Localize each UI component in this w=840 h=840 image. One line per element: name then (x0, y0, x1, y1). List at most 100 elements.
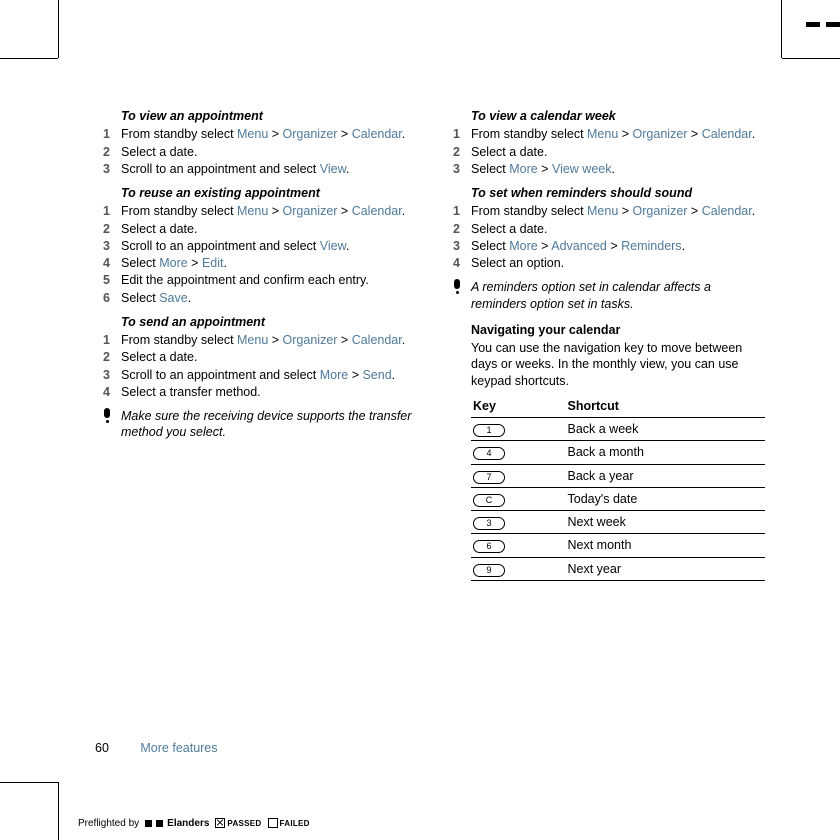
menu-link: Menu (587, 127, 618, 141)
menu-link: More (509, 162, 537, 176)
left-column: To view an appointment From standby sele… (95, 100, 415, 581)
cell-shortcut: Today's date (566, 487, 766, 510)
menu-link: Calendar (352, 333, 402, 347)
note-transfer: Make sure the receiving device supports … (101, 408, 415, 441)
menu-link: Menu (237, 127, 268, 141)
note-icon (101, 408, 113, 441)
elanders-logo: Elanders (145, 817, 209, 830)
steps-reminders: From standby select Menu > Organizer > C… (445, 203, 765, 271)
steps-send-appt: From standby select Menu > Organizer > C… (95, 332, 415, 400)
cell-key: 1 (471, 418, 566, 441)
menu-link: Reminders (621, 239, 681, 253)
nav-body: You can use the navigation key to move b… (471, 340, 765, 389)
step-item: From standby select Menu > Organizer > C… (95, 126, 415, 142)
keycap-icon: 9 (473, 564, 505, 577)
table-row: 1 Back a week (471, 418, 765, 441)
step-item: From standby select Menu > Organizer > C… (445, 203, 765, 219)
table-row: 4Back a month (471, 441, 765, 464)
steps-view-week: From standby select Menu > Organizer > C… (445, 126, 765, 177)
note-text: Make sure the receiving device supports … (121, 408, 415, 441)
step-item: From standby select Menu > Organizer > C… (445, 126, 765, 142)
menu-link: Organizer (633, 127, 688, 141)
menu-link: More (320, 368, 348, 382)
nav-title: Navigating your calendar (471, 322, 765, 338)
keycap-icon: 7 (473, 471, 505, 484)
menu-link: View (320, 162, 346, 176)
menu-link: Organizer (633, 204, 688, 218)
cell-shortcut: Next week (566, 511, 766, 534)
menu-link: Menu (237, 204, 268, 218)
page-footer: 60 More features (95, 740, 218, 756)
menu-link: Organizer (283, 204, 338, 218)
menu-link: Organizer (283, 127, 338, 141)
step-item: Select a date. (95, 349, 415, 365)
keycap-icon: C (473, 494, 505, 507)
steps-view-appt: From standby select Menu > Organizer > C… (95, 126, 415, 177)
note-text: A reminders option set in calendar affec… (471, 279, 765, 312)
menu-link: Calendar (352, 127, 402, 141)
step-item: Edit the appointment and confirm each en… (95, 272, 415, 288)
step-item: Select More > View week. (445, 161, 765, 177)
menu-link: More (159, 256, 187, 270)
step-item: From standby select Menu > Organizer > C… (95, 203, 415, 219)
cell-key: 3 (471, 511, 566, 534)
th-key: Key (471, 395, 566, 418)
menu-link: Advanced (551, 239, 607, 253)
page-number: 60 (95, 741, 109, 755)
heading-reminders: To set when reminders should sound (471, 185, 765, 201)
heading-send-appt: To send an appointment (121, 314, 415, 330)
passed-badge: PASSED (215, 817, 261, 830)
step-item: From standby select Menu > Organizer > C… (95, 332, 415, 348)
step-item: Select a date. (445, 221, 765, 237)
cell-key: 9 (471, 557, 566, 580)
cell-key: 6 (471, 534, 566, 557)
heading-view-appt: To view an appointment (121, 108, 415, 124)
cell-shortcut: Back a year (566, 464, 766, 487)
heading-reuse-appt: To reuse an existing appointment (121, 185, 415, 201)
step-item: Select an option. (445, 255, 765, 271)
menu-link: Send (362, 368, 391, 382)
menu-link: Menu (237, 333, 268, 347)
table-row: 9 Next year (471, 557, 765, 580)
step-item: Select More > Edit. (95, 255, 415, 271)
step-item: Select a date. (445, 144, 765, 160)
right-column: To view a calendar week From standby sel… (445, 100, 765, 581)
step-item: Select a date. (95, 144, 415, 160)
cell-key: 4 (471, 441, 566, 464)
menu-link: Calendar (702, 127, 752, 141)
table-row: 7 Back a year (471, 464, 765, 487)
failed-badge: FAILED (268, 817, 310, 830)
step-item: Select a transfer method. (95, 384, 415, 400)
menu-link: View (320, 239, 346, 253)
heading-view-week: To view a calendar week (471, 108, 765, 124)
cell-key: C (471, 487, 566, 510)
menu-link: Calendar (352, 204, 402, 218)
note-icon (451, 279, 463, 312)
steps-reuse-appt: From standby select Menu > Organizer > C… (95, 203, 415, 306)
cell-key: 7 (471, 464, 566, 487)
menu-link: Menu (587, 204, 618, 218)
preflight-label: Preflighted by (78, 817, 139, 830)
note-reminders: A reminders option set in calendar affec… (451, 279, 765, 312)
menu-link: Save (159, 291, 188, 305)
cell-shortcut: Next month (566, 534, 766, 557)
step-item: Select a date. (95, 221, 415, 237)
section-name: More features (140, 741, 217, 755)
step-item: Select More > Advanced > Reminders. (445, 238, 765, 254)
keycap-icon: 6 (473, 540, 505, 553)
cell-shortcut: Next year (566, 557, 766, 580)
step-item: Scroll to an appointment and select More… (95, 367, 415, 383)
table-row: 3 Next week (471, 511, 765, 534)
keycap-icon: 1 (473, 424, 505, 437)
shortcuts-table: KeyShortcut 1Back a week4Back a month7Ba… (471, 395, 765, 581)
keycap-icon: 4 (473, 447, 505, 460)
cell-shortcut: Back a week (566, 418, 766, 441)
table-row: 6 Next month (471, 534, 765, 557)
menu-link: View week (552, 162, 612, 176)
step-item: Scroll to an appointment and select View… (95, 238, 415, 254)
table-row: C Today's date (471, 487, 765, 510)
menu-link: Calendar (702, 204, 752, 218)
keycap-icon: 3 (473, 517, 505, 530)
preflight-bar: Preflighted by Elanders PASSED FAILED (78, 817, 310, 830)
page-content: To view an appointment From standby sele… (95, 100, 765, 581)
